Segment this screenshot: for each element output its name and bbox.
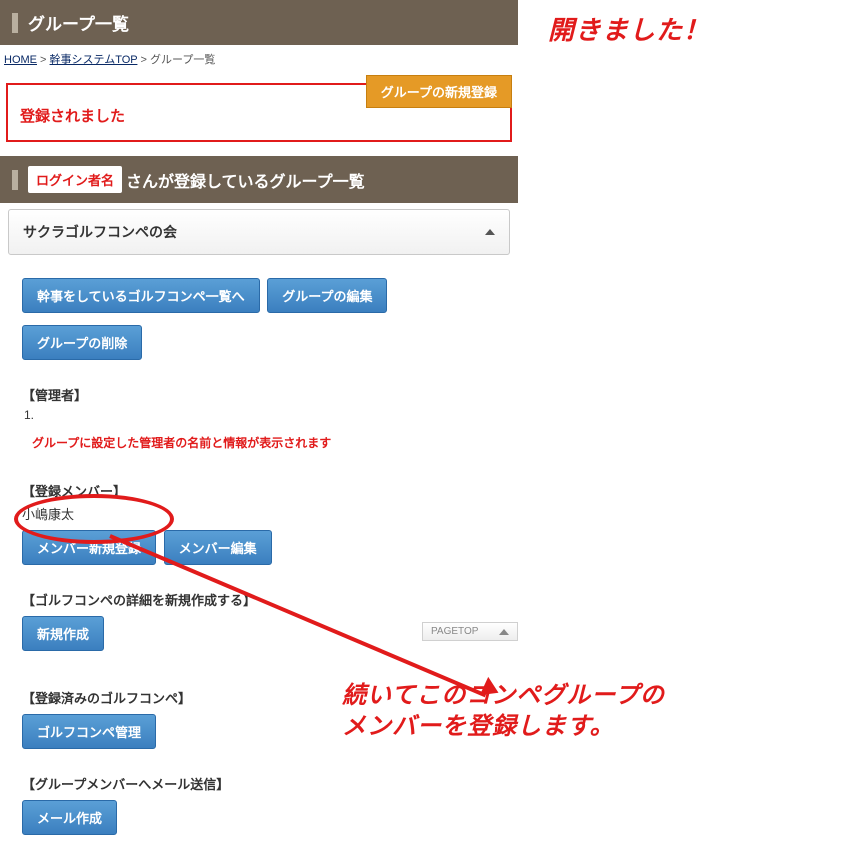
button-row: グループの削除 xyxy=(22,322,496,363)
section-header: ログイン者名 さんが登録しているグループ一覧 xyxy=(0,156,518,203)
admin-note: グループに設定した管理者の名前と情報が表示されます xyxy=(32,436,331,450)
mail-send-heading: 【グループメンバーへメール送信】 xyxy=(22,774,496,793)
breadcrumb: HOME > 幹事システムTOP > グループ一覧 xyxy=(0,45,518,75)
alert-box: グループの新規登録 登録されました xyxy=(6,83,512,142)
delete-group-button[interactable]: グループの削除 xyxy=(22,325,142,360)
button-row: メンバー新規登録 メンバー編集 xyxy=(22,527,496,568)
edit-group-button[interactable]: グループの編集 xyxy=(267,278,387,313)
breadcrumb-sep: > xyxy=(137,54,150,66)
chevron-up-icon xyxy=(485,229,495,235)
button-row: メール作成 xyxy=(22,797,496,838)
accordion-body: 幹事をしているゴルフコンペ一覧へ グループの編集 グループの削除 【管理者】 1… xyxy=(0,261,518,864)
triangle-up-icon xyxy=(499,629,509,635)
member-name: 小嶋康太 xyxy=(22,504,496,523)
app-panel: グループ一覧 HOME > 幹事システムTOP > グループ一覧 グループの新規… xyxy=(0,0,518,864)
admin-note-box: グループに設定した管理者の名前と情報が表示されます xyxy=(22,426,496,459)
new-create-button[interactable]: 新規作成 xyxy=(22,616,104,651)
button-row: ゴルフコンペ管理 xyxy=(22,711,496,752)
annotation-opened: 開きました！ xyxy=(548,14,710,48)
alert-message: 登録されました xyxy=(20,105,498,126)
breadcrumb-systemtop-link[interactable]: 幹事システムTOP xyxy=(50,54,138,66)
mail-create-button[interactable]: メール作成 xyxy=(22,800,117,835)
list-number: 1. xyxy=(24,408,496,422)
accordion-title: サクラゴルフコンペの会 xyxy=(23,222,177,242)
breadcrumb-current: グループ一覧 xyxy=(150,54,215,66)
new-group-button[interactable]: グループの新規登録 xyxy=(366,75,512,108)
breadcrumb-home-link[interactable]: HOME xyxy=(4,54,37,66)
pagetop-button[interactable]: PAGETOP xyxy=(422,622,518,641)
section-stripe-icon xyxy=(12,170,18,190)
registered-compe-heading: 【登録済みのゴルフコンペ】 xyxy=(22,688,496,707)
new-member-button[interactable]: メンバー新規登録 xyxy=(22,530,156,565)
header-stripe-icon xyxy=(12,13,18,33)
edit-member-button[interactable]: メンバー編集 xyxy=(164,530,272,565)
section-title: さんが登録しているグループ一覧 xyxy=(126,168,365,192)
admin-heading: 【管理者】 xyxy=(22,385,496,404)
page-header: グループ一覧 xyxy=(0,0,518,45)
members-heading: 【登録メンバー】 xyxy=(22,481,496,500)
button-row: 幹事をしているゴルフコンペ一覧へ グループの編集 xyxy=(22,275,496,316)
pagetop-label: PAGETOP xyxy=(431,626,478,637)
page-title: グループ一覧 xyxy=(28,10,129,35)
compe-manage-button[interactable]: ゴルフコンペ管理 xyxy=(22,714,156,749)
compe-detail-heading: 【ゴルフコンペの詳細を新規作成する】 xyxy=(22,590,496,609)
compe-list-button[interactable]: 幹事をしているゴルフコンペ一覧へ xyxy=(22,278,260,313)
accordion-toggle[interactable]: サクラゴルフコンペの会 xyxy=(8,209,510,255)
breadcrumb-sep: > xyxy=(37,54,50,66)
login-name-badge: ログイン者名 xyxy=(28,166,122,193)
